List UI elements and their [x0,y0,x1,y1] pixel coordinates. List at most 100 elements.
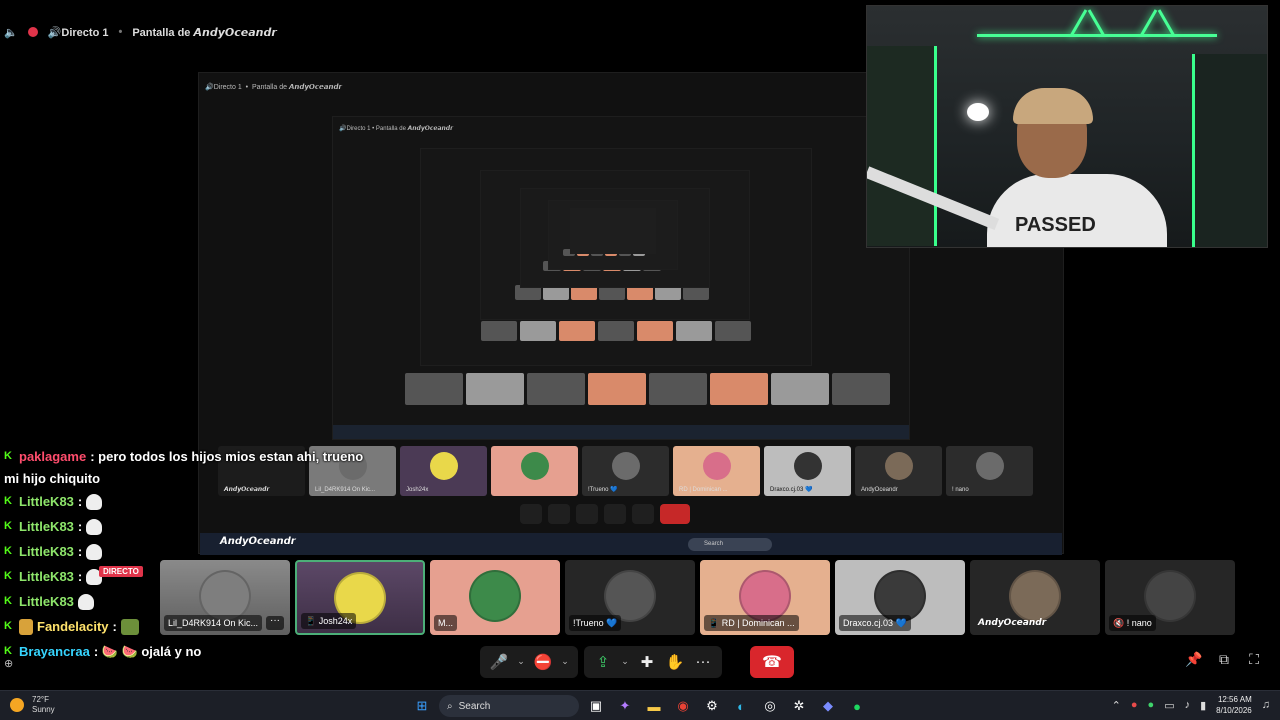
spotify-icon[interactable]: ● [845,694,869,718]
streamer: PASSED [987,88,1167,247]
kick-icon: K [4,620,12,632]
participant-tile[interactable]: !Trueno 💙 [565,560,695,635]
chevron-up-icon[interactable]: ⌃ [1112,699,1121,712]
weather-temp: 72°F [32,695,49,704]
weather-desc: Sunny [32,705,55,714]
chat-username: Brayancraa [19,644,90,659]
screen-share-title[interactable]: Pantalla de 𝘼𝙣𝙙𝙮𝙊𝙘𝙚𝙖𝙣𝙙𝙧 [132,26,276,39]
chrome-icon[interactable]: ◉ [671,694,695,718]
avatar [469,570,521,622]
kick-icon: K [4,545,12,557]
chevron-down-icon[interactable]: ⌄ [558,649,572,675]
voice-channel-icon: 🔈 [4,26,18,39]
voice-channel-name[interactable]: 🔊Directo 1 [48,26,109,39]
live-dot-icon [27,27,38,37]
steam-icon[interactable]: ⚙ [700,694,724,718]
pin-icon[interactable]: 📌 [1185,651,1202,667]
kick-icon: K [4,495,12,507]
participant-name: M... [434,615,457,631]
nested-tile: ! nano [946,446,1033,496]
copilot-icon[interactable]: ✦ [613,694,637,718]
network-icon[interactable]: ▭ [1164,699,1174,712]
chat-username: LittleK83 [19,569,74,584]
weather-widget[interactable]: 72°F Sunny [10,695,55,715]
participant-tile[interactable]: 📱 Josh24x [295,560,425,635]
participant-name: 📱 Josh24x [301,613,357,629]
participant-tile[interactable]: 🔇 ! nano [1105,560,1235,635]
participant-tile[interactable]: 📱 RD | Dominican ... [700,560,830,635]
search-placeholder: Search [458,700,491,712]
more-icon[interactable]: ··· [690,649,716,675]
mic-icon[interactable]: ● [1148,699,1155,711]
windows-start-icon[interactable]: ⊞ [410,694,434,718]
chat-text: : [77,519,83,534]
chat-message-continued: mi hijo chiquito [4,469,404,489]
wall-panel-right [1192,54,1267,247]
kick-icon: K [4,520,12,532]
clock[interactable]: 12:56 AM 8/10/2026 [1216,694,1252,716]
sun-icon [10,698,24,712]
ghost-emote-icon [77,593,94,610]
nested-tiles-2 [405,373,890,405]
file-explorer-icon[interactable]: ▬ [642,694,666,718]
participant-name: Draxco.cj.03 💙 [839,615,911,631]
nested-tile: !Trueno 💙 [582,446,669,496]
battery-icon[interactable]: ▮ [1200,699,1206,712]
settings-icon[interactable]: ✲ [787,694,811,718]
chevron-down-icon[interactable]: ⌄ [618,649,632,675]
participant-tile[interactable]: 𝘼𝙣𝙙𝙮𝙊𝙘𝙚𝙖𝙣𝙙𝙧 [970,560,1100,635]
app-tray-icon[interactable]: ● [1131,699,1138,711]
system-tray: ⌃ ● ● ▭ ♪ ▮ 12:56 AM 8/10/2026 ♫ [1112,694,1270,716]
nested-call-header: 🔊Directo 1 • Pantalla de 𝘼𝙣𝙙𝙮𝙊𝙘𝙚𝙖𝙣𝙙𝙧 [205,84,342,91]
chat-username: LittleK83 [19,544,74,559]
camera-off-icon[interactable]: ⛔ [530,649,556,675]
nested-controls [520,504,690,524]
chat-message: K LittleK83 : [4,489,404,514]
notification-bell-icon[interactable]: ♫ [1262,699,1270,711]
activities-icon[interactable]: ✚ [634,649,660,675]
mic-icon[interactable]: 🎤 [486,649,512,675]
nested-tile [491,446,578,496]
chat-text: : 🍉 🍉 ojalá y no [93,644,202,659]
nested-call-header-2: 🔊Directo 1 • Pantalla de 𝘼𝙣𝙙𝙮𝙊𝙘𝙚𝙖𝙣𝙙𝙧 [339,126,454,132]
participant-tile[interactable]: Lil_D4RK914 On Kic... ··· [160,560,290,635]
chat-username: LittleK83 [19,594,74,609]
kick-icon: K [4,450,12,462]
led-panels [977,6,1217,44]
more-options-icon[interactable]: ··· [266,616,284,630]
chat-text: : pero todos los hijos mios estan ahi, t… [90,449,364,464]
edge-icon[interactable]: ◐ [729,694,753,718]
participant-tile[interactable]: Draxco.cj.03 💙 [835,560,965,635]
screen-share-icon[interactable]: ⇪ [590,649,616,675]
webcam-overlay: PASSED [866,5,1268,248]
chevron-down-icon[interactable]: ⌄ [514,649,528,675]
volume-icon[interactable]: ♪ [1185,699,1191,711]
taskbar-search[interactable]: ⌕ Search [439,695,579,717]
task-view-icon[interactable]: ▣ [584,694,608,718]
view-tools: 📌 ⧉ ⛶ [1185,651,1262,667]
add-user-icon[interactable]: ⊕ [4,657,13,670]
search-icon: ⌕ [447,700,453,712]
chat-text: : [112,619,117,634]
call-controls: 🎤 ⌄ ⛔ ⌄ ⇪ ⌄ ✚ ✋ ··· ☎ [480,645,794,678]
kick-icon: K [4,595,12,607]
disconnect-button[interactable]: ☎ [750,645,794,678]
clock-date: 8/10/2026 [1216,706,1252,715]
discord-icon[interactable]: ◆ [816,694,840,718]
cap [1013,88,1093,124]
participant-name: 📱 RD | Dominican ... [704,615,799,631]
fullscreen-icon[interactable]: ⛶ [1246,651,1262,667]
participant-name: 𝘼𝙣𝙙𝙮𝙊𝙘𝙚𝙖𝙣𝙙𝙧 [978,618,1047,628]
participant-tile[interactable]: M... [430,560,560,635]
nested-tile: AndyOceandr [855,446,942,496]
mic-camera-group: 🎤 ⌄ ⛔ ⌄ [480,645,578,678]
chat-text: : [77,494,83,509]
obs-icon[interactable]: ◎ [758,694,782,718]
popout-icon[interactable]: ⧉ [1216,651,1232,667]
chat-text: : [77,569,83,584]
soundboard-icon[interactable]: ✋ [662,649,688,675]
live-badge: DIRECTO [99,566,143,577]
separator: • [118,26,123,38]
participant-name: 🔇 ! nano [1109,615,1156,631]
chat-message: K Brayancraa : 🍉 🍉 ojalá y no [4,639,404,664]
